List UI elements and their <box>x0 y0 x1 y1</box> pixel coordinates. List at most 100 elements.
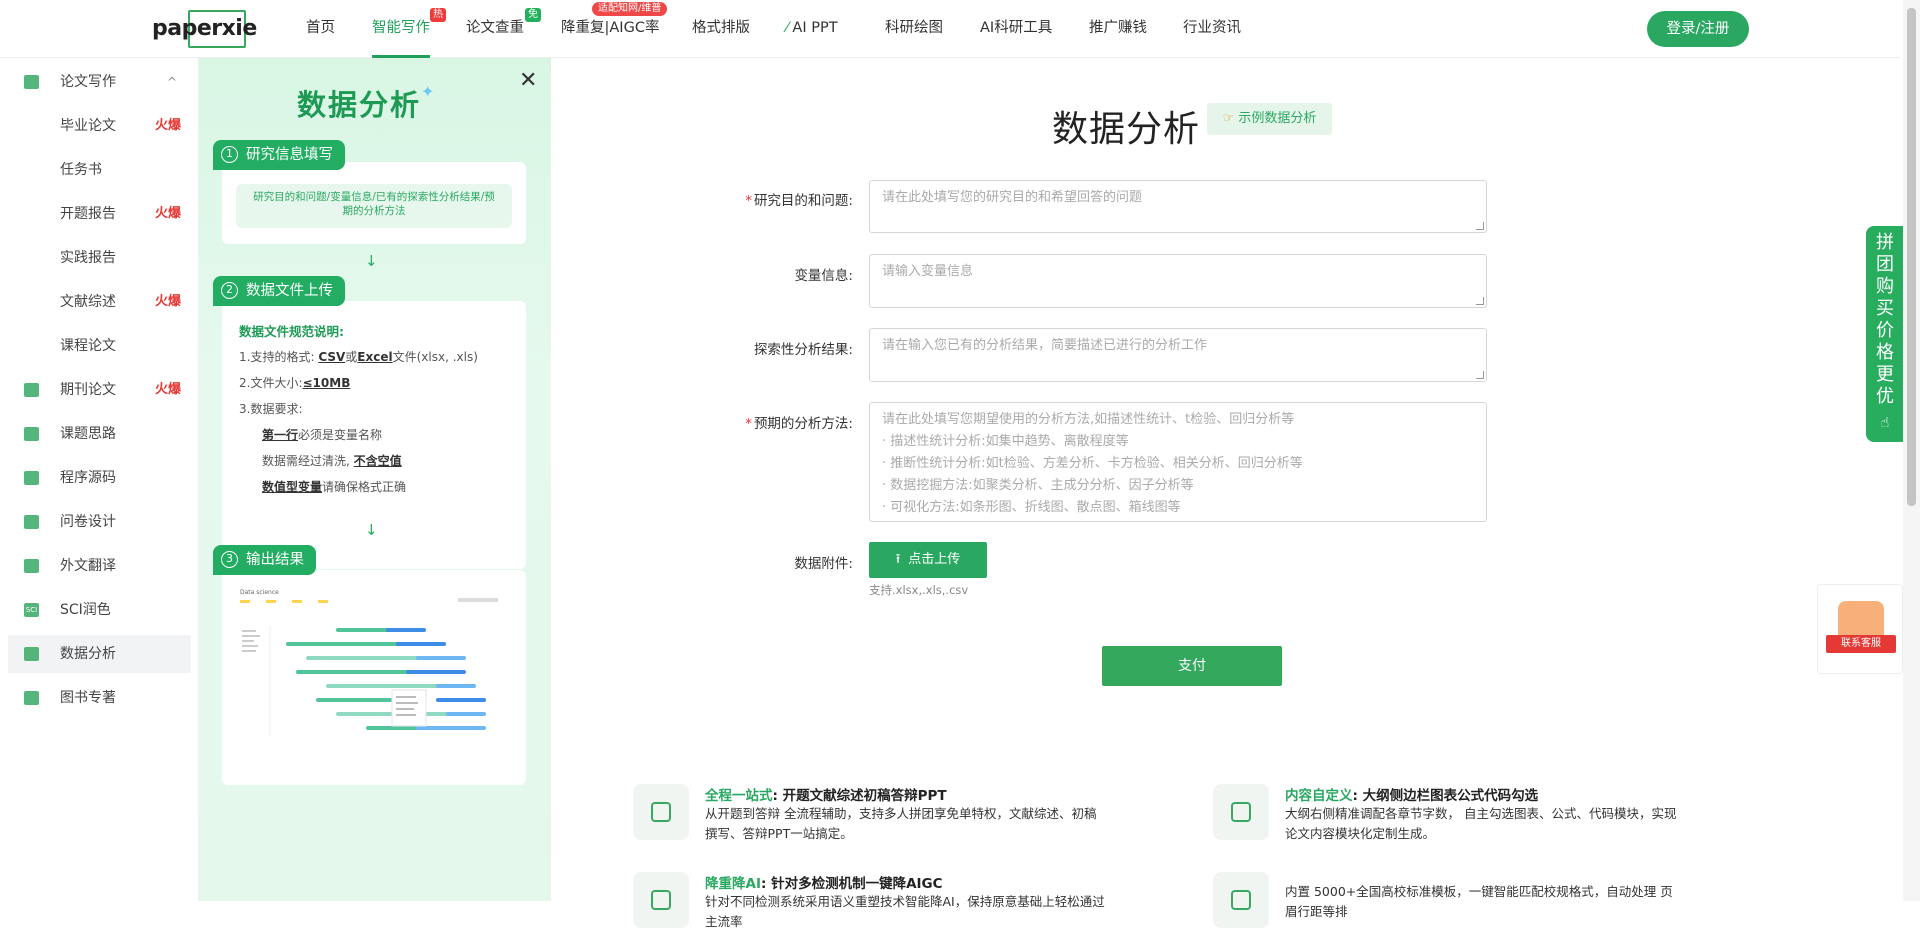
nav-plagiarism-check[interactable]: 论文查重 <box>466 0 524 58</box>
spec-numeric: 数值型变量请确保格式正确 <box>262 480 407 494</box>
spec-size: 2.文件大小:≤10MB <box>239 376 351 390</box>
login-register-button[interactable]: 登录/注册 <box>1647 11 1749 47</box>
resize-handle[interactable] <box>1476 371 1484 379</box>
sidebar-item-practice-report[interactable]: 实践报告 <box>8 239 191 277</box>
file-spec-heading: 数据文件规范说明: <box>239 324 344 339</box>
hot-tag: 火爆 <box>154 206 181 221</box>
sidebar-item-topic-ideas[interactable]: 课题思路 <box>8 415 191 453</box>
output-preview-chart: Data science <box>240 589 498 736</box>
page-title: 数据分析 <box>1052 109 1201 150</box>
nav-research-drawing[interactable]: 科研绘图 <box>885 0 943 58</box>
sidebar-item-data-analysis[interactable]: 数据分析 <box>8 635 191 673</box>
box-icon <box>1213 872 1269 928</box>
step-title: 研究信息填写 <box>246 147 333 163</box>
sidebar: 论文写作 ^ 毕业论文 火爆 任务书 开题报告 火爆 实践报告 文献综述 火爆 … <box>0 58 199 901</box>
book-icon <box>24 691 39 705</box>
nav-ai-ppt-label: AI PPT <box>792 20 838 36</box>
exploratory-results-label: 探索性分析结果: <box>753 342 853 358</box>
sidebar-item-proposal[interactable]: 开题报告 火爆 <box>8 195 191 233</box>
customer-service-button[interactable]: 联系客服 <box>1817 584 1903 674</box>
arrow-down-icon: ↓ <box>365 252 378 270</box>
scrollbar-thumb[interactable] <box>1907 8 1916 506</box>
hot-tag: 火爆 <box>154 118 181 133</box>
step-number: 2 <box>221 281 238 299</box>
sidebar-item-label: 毕业论文 <box>60 118 116 134</box>
group-buy-promo[interactable]: 拼团购买 价格更优 ☝ <box>1866 226 1904 442</box>
method-hint: · 数据挖掘方法:如聚类分析、主成分分析、因子分析等 <box>882 478 1194 493</box>
guide-panel: 数据分析 ✦ ✕ 研究目的和问题/变量信息/已有的探索性分析结果/预期的分析方法… <box>199 58 551 901</box>
sci-icon: SCI <box>24 603 39 617</box>
bar-chart-icon <box>24 647 39 661</box>
nav-smart-writing[interactable]: 智能写作 <box>372 0 430 58</box>
placeholder: 请在此处填写您期望使用的分析方法,如描述性统计、t检验、回归分析等 <box>882 412 1295 427</box>
example-data-analysis-button[interactable]: ☞ 示例数据分析 <box>1207 103 1332 135</box>
upload-button[interactable]: ⭱ 点击上传 <box>869 542 987 578</box>
required-mark: * <box>745 416 752 432</box>
sidebar-item-questionnaire[interactable]: 问卷设计 <box>8 503 191 541</box>
nav-ai-ppt[interactable]: ⁄ AI PPT <box>786 0 838 58</box>
sidebar-item-paper-writing[interactable]: 论文写作 ^ <box>8 63 191 101</box>
magic-wand-icon: ⁄ <box>786 20 789 36</box>
resize-handle[interactable] <box>1476 222 1484 230</box>
sidebar-item-label: 程序源码 <box>60 470 116 486</box>
guide-title: 数据分析 <box>297 88 422 122</box>
translate-icon <box>24 559 39 573</box>
hot-tag: 火爆 <box>154 294 181 309</box>
logo[interactable]: paperxie <box>152 10 257 48</box>
upload-icon: ⭱ <box>895 552 901 567</box>
sidebar-item-source-code[interactable]: 程序源码 <box>8 459 191 497</box>
variables-input[interactable]: 请输入变量信息 <box>869 254 1487 308</box>
step1-description: 研究目的和问题/变量信息/已有的探索性分析结果/预期的分析方法 <box>236 184 512 228</box>
step-number: 3 <box>221 550 238 568</box>
exploratory-results-input[interactable]: 请在输入您已有的分析结果，简要描述已进行的分析工作 <box>869 328 1487 382</box>
hand-point-icon: ☞ <box>1222 111 1235 126</box>
nav-promote-earn[interactable]: 推广赚钱 <box>1089 0 1147 58</box>
sidebar-item-course-paper[interactable]: 课程论文 <box>8 327 191 365</box>
close-icon[interactable]: ✕ <box>519 68 537 93</box>
step1-tab: 1 研究信息填写 <box>213 140 345 170</box>
feature-description: 内置 5000+全国高校标准模板，一键智能匹配校规格式，自动处理 页眉行距等排 <box>1285 884 1673 919</box>
sidebar-item-label: 论文写作 <box>60 74 116 90</box>
code-icon <box>1213 784 1269 840</box>
nav-home[interactable]: 首页 <box>306 0 335 58</box>
upload-hint: 支持.xlsx,.xls,.csv <box>869 583 969 597</box>
free-badge: 免 <box>525 8 541 22</box>
feature-description: 从开题到答辩 全流程辅助，支持多人拼团享免单特权，文献综述、初稿撰写、答辩PPT… <box>705 806 1097 841</box>
variables-label: 变量信息: <box>794 268 853 284</box>
research-purpose-input[interactable]: 请在此处填写您的研究目的和希望回答的问题 <box>869 180 1487 233</box>
method-hint: · 可视化方法:如条形图、折线图、散点图、箱线图等 <box>882 500 1181 515</box>
step1-card: 研究目的和问题/变量信息/已有的探索性分析结果/预期的分析方法 <box>222 162 526 244</box>
sidebar-item-translation[interactable]: 外文翻译 <box>8 547 191 585</box>
feature-title: 降重降AI: 针对多检测机制一键降AIGC <box>705 876 943 892</box>
sidebar-item-label: 问卷设计 <box>60 514 116 530</box>
workflow-icon <box>633 784 689 840</box>
sidebar-item-label: 数据分析 <box>60 646 116 662</box>
cnki-badge: 适配知网/维普 <box>592 2 668 16</box>
sidebar-item-thesis[interactable]: 毕业论文 火爆 <box>8 107 191 145</box>
analysis-methods-input[interactable]: 请在此处填写您期望使用的分析方法,如描述性统计、t检验、回归分析等 · 描述性统… <box>869 402 1487 522</box>
resize-handle[interactable] <box>1476 297 1484 305</box>
nav-format-layout[interactable]: 格式排版 <box>692 0 750 58</box>
method-hint: · 描述性统计分析:如集中趋势、离散程度等 <box>882 434 1129 449</box>
sidebar-item-label: 课程论文 <box>60 338 116 354</box>
sidebar-item-label: 外文翻译 <box>60 558 116 574</box>
attachment-label: 数据附件: <box>794 556 853 572</box>
nav-ai-research-tools[interactable]: AI科研工具 <box>980 0 1052 58</box>
example-label: 示例数据分析 <box>1238 111 1317 126</box>
chevron-up-icon: ^ <box>166 75 177 89</box>
sidebar-item-book[interactable]: 图书专著 <box>8 679 191 717</box>
sidebar-item-journal-paper[interactable]: 期刊论文 火爆 <box>8 371 191 409</box>
sidebar-item-label: 开题报告 <box>60 206 116 222</box>
upload-label: 点击上传 <box>908 552 961 567</box>
spec-clean-data: 数据需经过清洗, 不含空值 <box>262 454 402 468</box>
nav-industry-news[interactable]: 行业资讯 <box>1183 0 1241 58</box>
pay-button[interactable]: 支付 <box>1102 646 1282 686</box>
sidebar-item-label: 实践报告 <box>60 250 116 266</box>
layers-icon <box>24 471 39 485</box>
sidebar-item-sci-polish[interactable]: SCI SCI润色 <box>8 591 191 629</box>
required-mark: * <box>745 193 752 209</box>
sidebar-item-task-book[interactable]: 任务书 <box>8 151 191 189</box>
sidebar-item-literature-review[interactable]: 文献综述 火爆 <box>8 283 191 321</box>
scrollbar[interactable] <box>1903 0 1920 901</box>
spec-first-row: 第一行必须是变量名称 <box>262 428 383 442</box>
